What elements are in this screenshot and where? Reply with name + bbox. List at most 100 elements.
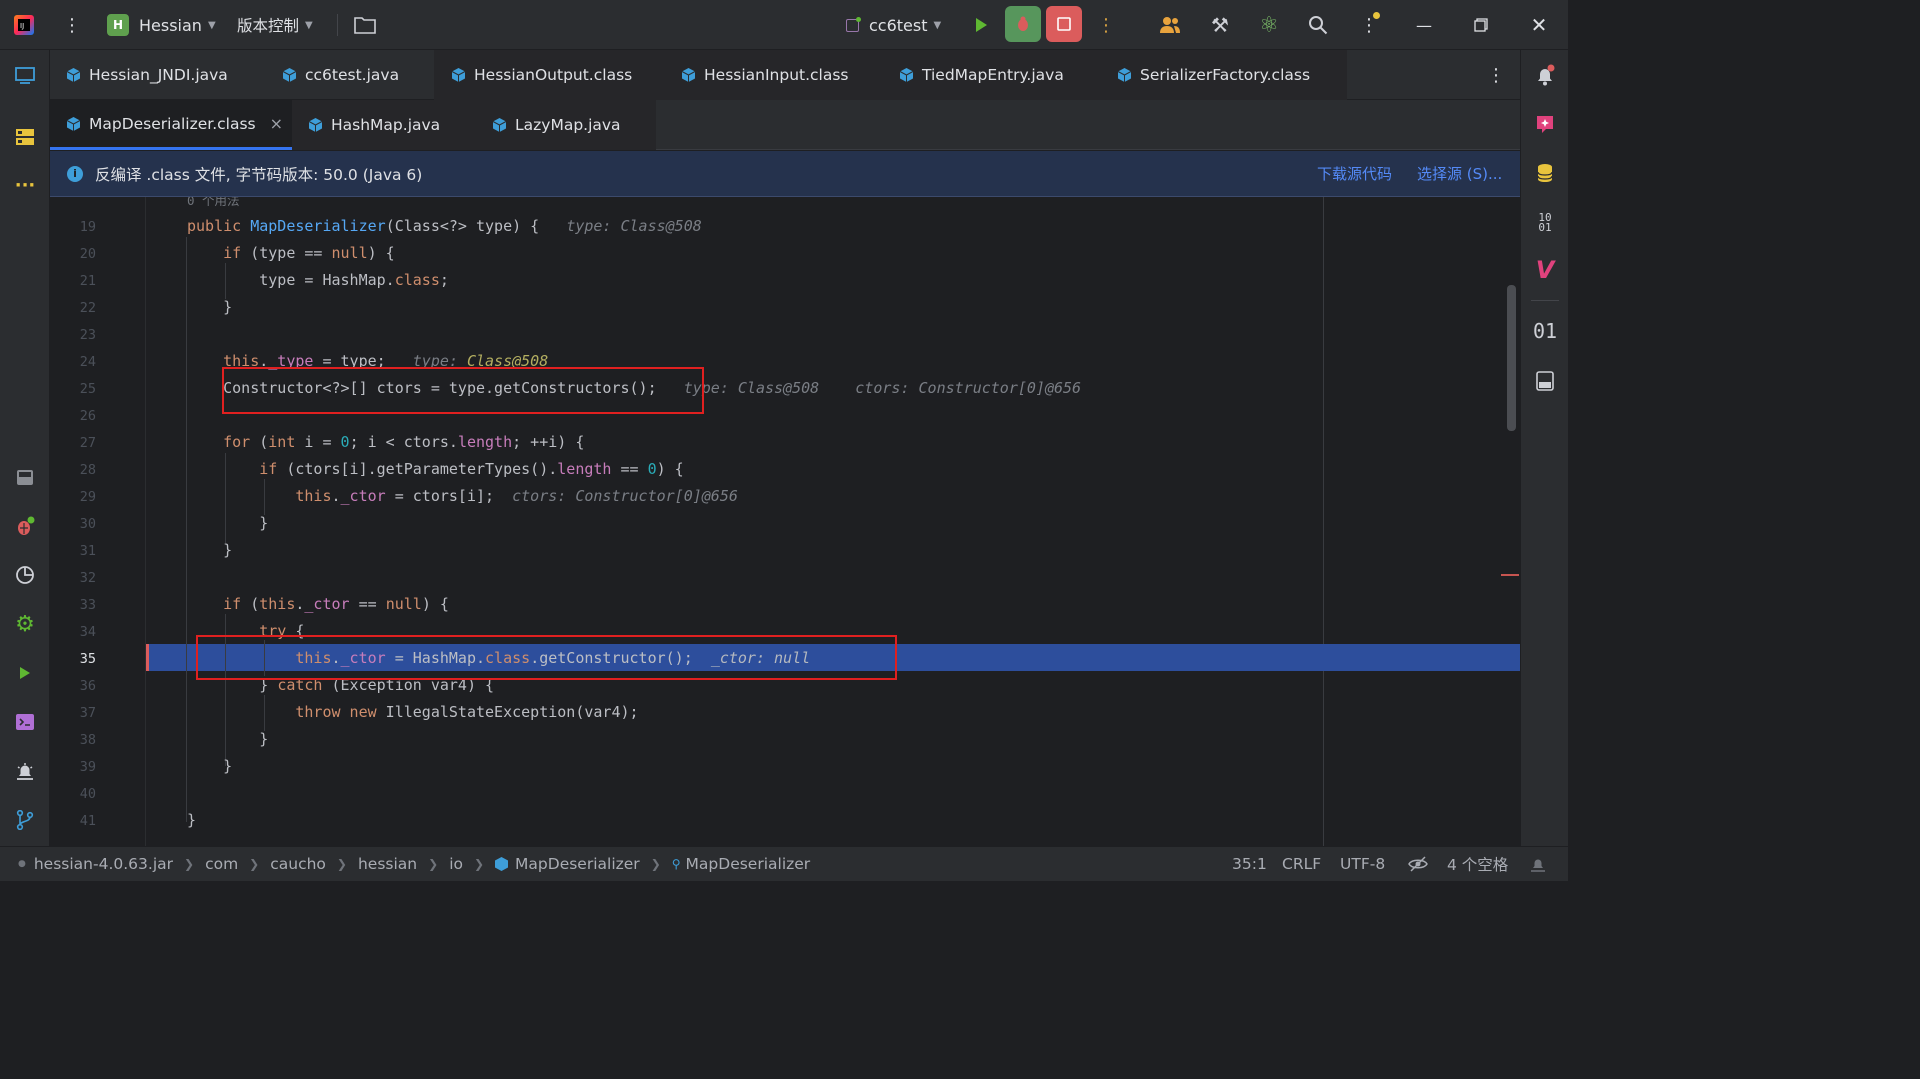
breadcrumb-method[interactable]: MapDeserializer bbox=[686, 855, 811, 873]
tab-hessian-jndi[interactable]: Hessian_JNDI.java bbox=[66, 50, 228, 100]
more-tool-windows-icon[interactable]: ··· bbox=[12, 172, 38, 198]
debug-icon[interactable] bbox=[12, 513, 38, 539]
inline-debug-value: ctors: Constructor[0]@656 bbox=[512, 487, 738, 505]
caret-position[interactable]: 35:1 bbox=[1232, 855, 1267, 873]
stop-button[interactable] bbox=[1046, 6, 1082, 42]
notifications-icon[interactable] bbox=[1532, 62, 1558, 88]
database-icon[interactable] bbox=[12, 464, 38, 490]
tab-lazymap[interactable]: LazyMap.java bbox=[492, 100, 621, 150]
project-switcher[interactable]: H Hessian ▼ bbox=[107, 12, 216, 38]
breadcrumb-package[interactable]: com bbox=[205, 855, 238, 873]
run-config-selector[interactable]: cc6test ▼ bbox=[846, 12, 941, 38]
code-with-me-icon[interactable] bbox=[1157, 12, 1183, 38]
debug-button[interactable] bbox=[1005, 6, 1041, 42]
tab-cc6test[interactable]: cc6test.java bbox=[282, 50, 400, 100]
chevron-down-icon: ▼ bbox=[305, 19, 313, 31]
choose-sources-link[interactable]: 选择源 (S)... bbox=[1417, 163, 1502, 184]
breadcrumb-package[interactable]: hessian bbox=[358, 855, 417, 873]
right-margin-guide bbox=[1323, 197, 1324, 846]
java-class-icon bbox=[308, 118, 323, 132]
class-file-icon bbox=[1117, 68, 1132, 82]
line-number: 24 bbox=[79, 354, 96, 370]
search-icon[interactable] bbox=[1305, 12, 1331, 38]
tab-hessian-output[interactable]: HessianOutput.class bbox=[451, 50, 633, 100]
services-gear-icon[interactable]: ⚙ bbox=[12, 611, 38, 637]
structure-icon[interactable] bbox=[12, 124, 38, 150]
tab-actions-icon[interactable]: ⋮ bbox=[1484, 63, 1508, 87]
code-line-29: this._ctor = ctors[i]; ctors: Constructo… bbox=[295, 487, 738, 505]
code-line-30: } bbox=[187, 514, 269, 532]
divider bbox=[1531, 300, 1559, 301]
main-menu-icon[interactable]: ⋮ bbox=[60, 13, 84, 37]
line-number: 36 bbox=[79, 678, 96, 694]
line-number: 37 bbox=[79, 705, 96, 721]
code-line-39: } bbox=[187, 757, 233, 775]
ai-assistant-icon[interactable]: ⚛ bbox=[1256, 12, 1282, 38]
minimize-button[interactable]: — bbox=[1410, 12, 1438, 38]
storage-icon[interactable] bbox=[1532, 368, 1558, 394]
code-line-19: public MapDeserializer(Class<?> type) { … bbox=[187, 217, 702, 235]
download-sources-link[interactable]: 下载源代码 bbox=[1317, 163, 1392, 184]
profiler-icon[interactable] bbox=[12, 562, 38, 588]
code-editor[interactable]: 19 20 21 22 23 24 25 26 27 28 29 30 31 3… bbox=[50, 197, 1520, 846]
build-tools-icon[interactable]: ⚒ bbox=[1207, 12, 1233, 38]
line-number: 34 bbox=[79, 624, 96, 640]
tab-hashmap[interactable]: HashMap.java bbox=[308, 100, 440, 150]
breadcrumb-package[interactable]: io bbox=[449, 855, 463, 873]
run-icon[interactable] bbox=[968, 12, 994, 38]
bytecode-viewer-icon[interactable]: 10 01 bbox=[1532, 208, 1558, 238]
database-tool-icon[interactable] bbox=[1532, 160, 1558, 186]
line-number: 40 bbox=[79, 786, 96, 802]
run-tool-icon[interactable] bbox=[12, 660, 38, 686]
terminal-icon[interactable] bbox=[12, 709, 38, 735]
problems-icon[interactable] bbox=[12, 758, 38, 784]
restore-button[interactable] bbox=[1467, 12, 1495, 38]
vcs-widget[interactable]: 版本控制 ▼ bbox=[237, 12, 313, 38]
close-window-button[interactable]: ✕ bbox=[1525, 12, 1553, 38]
line-number: 22 bbox=[79, 300, 96, 316]
class-file-icon bbox=[451, 68, 466, 82]
right-tool-strip: 10 01 V 01 bbox=[1520, 50, 1568, 846]
ai-chat-icon[interactable] bbox=[1532, 111, 1558, 137]
indent-setting[interactable]: 4 个空格 bbox=[1447, 853, 1508, 875]
vue-icon[interactable]: V bbox=[1532, 256, 1558, 284]
error-stripe-marker[interactable] bbox=[1501, 574, 1519, 576]
tab-label: TiedMapEntry.java bbox=[922, 66, 1064, 84]
tab-hessian-input[interactable]: HessianInput.class bbox=[681, 50, 849, 100]
more-actions-icon[interactable]: ⋮ bbox=[1094, 13, 1118, 37]
decompiled-info-banner: i 反编译 .class 文件, 字节码版本: 50.0 (Java 6) 下载… bbox=[50, 151, 1520, 197]
editor-tabs-row-1: Hessian_JNDI.java cc6test.java HessianOu… bbox=[50, 50, 1520, 100]
tab-label: cc6test.java bbox=[305, 66, 400, 84]
breadcrumb-jar[interactable]: hessian-4.0.63.jar bbox=[34, 855, 173, 873]
breadcrumb-package[interactable]: caucho bbox=[270, 855, 326, 873]
line-number: 20 bbox=[79, 246, 96, 262]
app-logo-icon[interactable]: IJ bbox=[12, 13, 36, 37]
chevron-right-icon: ❯ bbox=[249, 857, 260, 871]
inspection-icon[interactable] bbox=[1529, 855, 1547, 877]
left-tool-strip: ··· ⚙ bbox=[0, 50, 50, 846]
binary-viewer-icon[interactable]: 01 bbox=[1532, 318, 1558, 344]
tab-serializer-factory[interactable]: SerializerFactory.class bbox=[1117, 50, 1310, 100]
code-line-27: for (int i = 0; i < ctors.length; ++i) { bbox=[223, 433, 585, 451]
line-number: 39 bbox=[79, 759, 96, 775]
title-bar: IJ ⋮ H Hessian ▼ 版本控制 ▼ cc6test ▼ ⋮ ⚒ ⚛ … bbox=[0, 0, 1568, 50]
line-number: 30 bbox=[79, 516, 96, 532]
tab-label: HessianOutput.class bbox=[474, 66, 633, 84]
line-number: 33 bbox=[79, 597, 96, 613]
editor-scrollbar[interactable] bbox=[1507, 285, 1516, 431]
file-encoding[interactable]: UTF-8 bbox=[1340, 855, 1385, 873]
project-name: Hessian bbox=[139, 15, 202, 35]
breadcrumb-class[interactable]: MapDeserializer bbox=[515, 855, 640, 873]
project-view-icon[interactable] bbox=[12, 62, 38, 88]
chevron-right-icon: ❯ bbox=[336, 857, 347, 871]
folder-icon[interactable] bbox=[352, 13, 378, 37]
close-tab-icon[interactable]: × bbox=[270, 114, 283, 133]
svg-text:IJ: IJ bbox=[20, 22, 24, 30]
git-branch-icon[interactable] bbox=[12, 807, 38, 833]
readonly-eye-icon[interactable] bbox=[1408, 855, 1428, 877]
line-separator[interactable]: CRLF bbox=[1282, 855, 1321, 873]
tab-tiedmapentry[interactable]: TiedMapEntry.java bbox=[899, 50, 1064, 100]
inline-debug-value: type: Class@508 bbox=[683, 379, 820, 397]
settings-updates-icon[interactable]: ⋮ bbox=[1356, 12, 1382, 38]
tab-mapdeserializer[interactable]: MapDeserializer.class × bbox=[50, 100, 292, 150]
